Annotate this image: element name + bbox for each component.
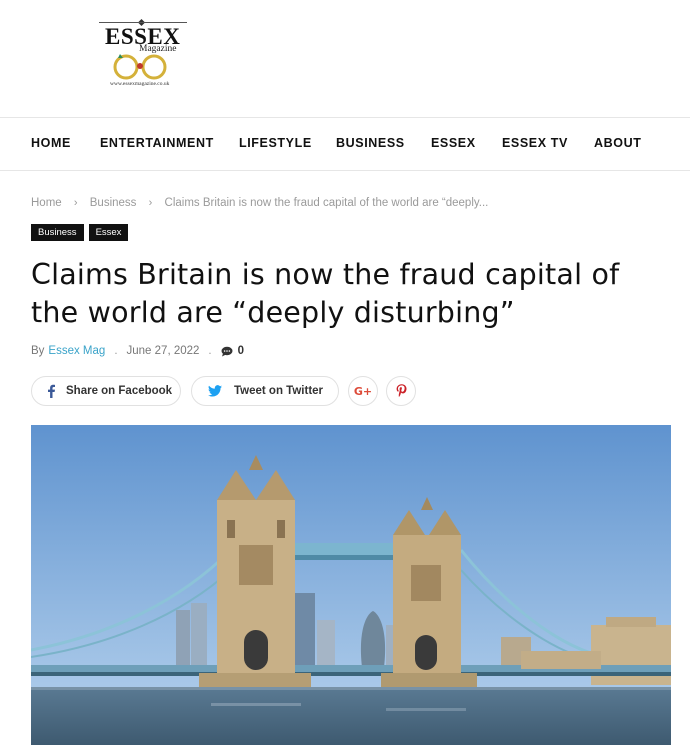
tower-bridge-illustration [31, 425, 671, 745]
article-hero-image [31, 425, 671, 745]
comment-icon [221, 346, 233, 356]
nav-item-lifestyle[interactable]: LIFESTYLE [239, 136, 312, 150]
site-header: ESSEX Magazine www.essexmagazine.co.uk [0, 0, 690, 118]
article-title: Claims Britain is now the fraud capital … [31, 258, 620, 329]
chevron-right-icon: › [148, 197, 153, 209]
facebook-icon [48, 384, 55, 398]
nav-item-entertainment[interactable]: ENTERTAINMENT [100, 136, 214, 150]
nav-item-about[interactable]: ABOUT [594, 136, 641, 150]
nav-item-home[interactable]: HOME [31, 136, 71, 150]
tweet-twitter-label: Tweet on Twitter [234, 385, 324, 397]
logo-url: www.essexmagazine.co.uk [110, 81, 170, 87]
logo-rings-icon [113, 54, 167, 80]
nav-item-essex-tv[interactable]: ESSEX TV [502, 136, 568, 150]
breadcrumb-home[interactable]: Home [31, 197, 62, 209]
meta-separator: . [114, 345, 118, 357]
twitter-icon [208, 385, 222, 397]
google-plus-icon: G+ [353, 384, 373, 398]
comment-count-value: 0 [237, 345, 245, 357]
tag-business[interactable]: Business [31, 224, 84, 241]
main-nav: HOME ENTERTAINMENT LIFESTYLE BUSINESS ES… [0, 119, 690, 171]
nav-item-essex[interactable]: ESSEX [431, 136, 476, 150]
chevron-right-icon: › [73, 197, 78, 209]
tag-essex[interactable]: Essex [88, 224, 129, 241]
meta-separator: . [208, 345, 212, 357]
publish-date: June 27, 2022 [126, 345, 200, 357]
tweet-twitter-button[interactable]: Tweet on Twitter [191, 376, 339, 406]
article-meta: By Essex Mag . June 27, 2022 . 0 [31, 345, 244, 357]
breadcrumb-section[interactable]: Business [90, 197, 137, 209]
logo-top-rule [99, 22, 187, 23]
site-logo[interactable]: ESSEX Magazine www.essexmagazine.co.uk [97, 18, 189, 92]
nav-item-business[interactable]: BUSINESS [336, 136, 405, 150]
pinterest-icon [396, 384, 406, 397]
category-tags: Business Essex [31, 224, 129, 241]
share-facebook-label: Share on Facebook [66, 385, 173, 397]
share-google-plus-button[interactable]: G+ [348, 376, 378, 406]
share-pinterest-button[interactable] [386, 376, 416, 406]
author-link[interactable]: Essex Mag [48, 345, 105, 357]
comment-count[interactable]: 0 [221, 345, 244, 357]
share-facebook-button[interactable]: Share on Facebook [31, 376, 181, 406]
breadcrumb: Home › Business › Claims Britain is now … [31, 197, 488, 209]
byline-prefix: By [31, 345, 45, 357]
breadcrumb-current: Claims Britain is now the fraud capital … [164, 197, 489, 209]
